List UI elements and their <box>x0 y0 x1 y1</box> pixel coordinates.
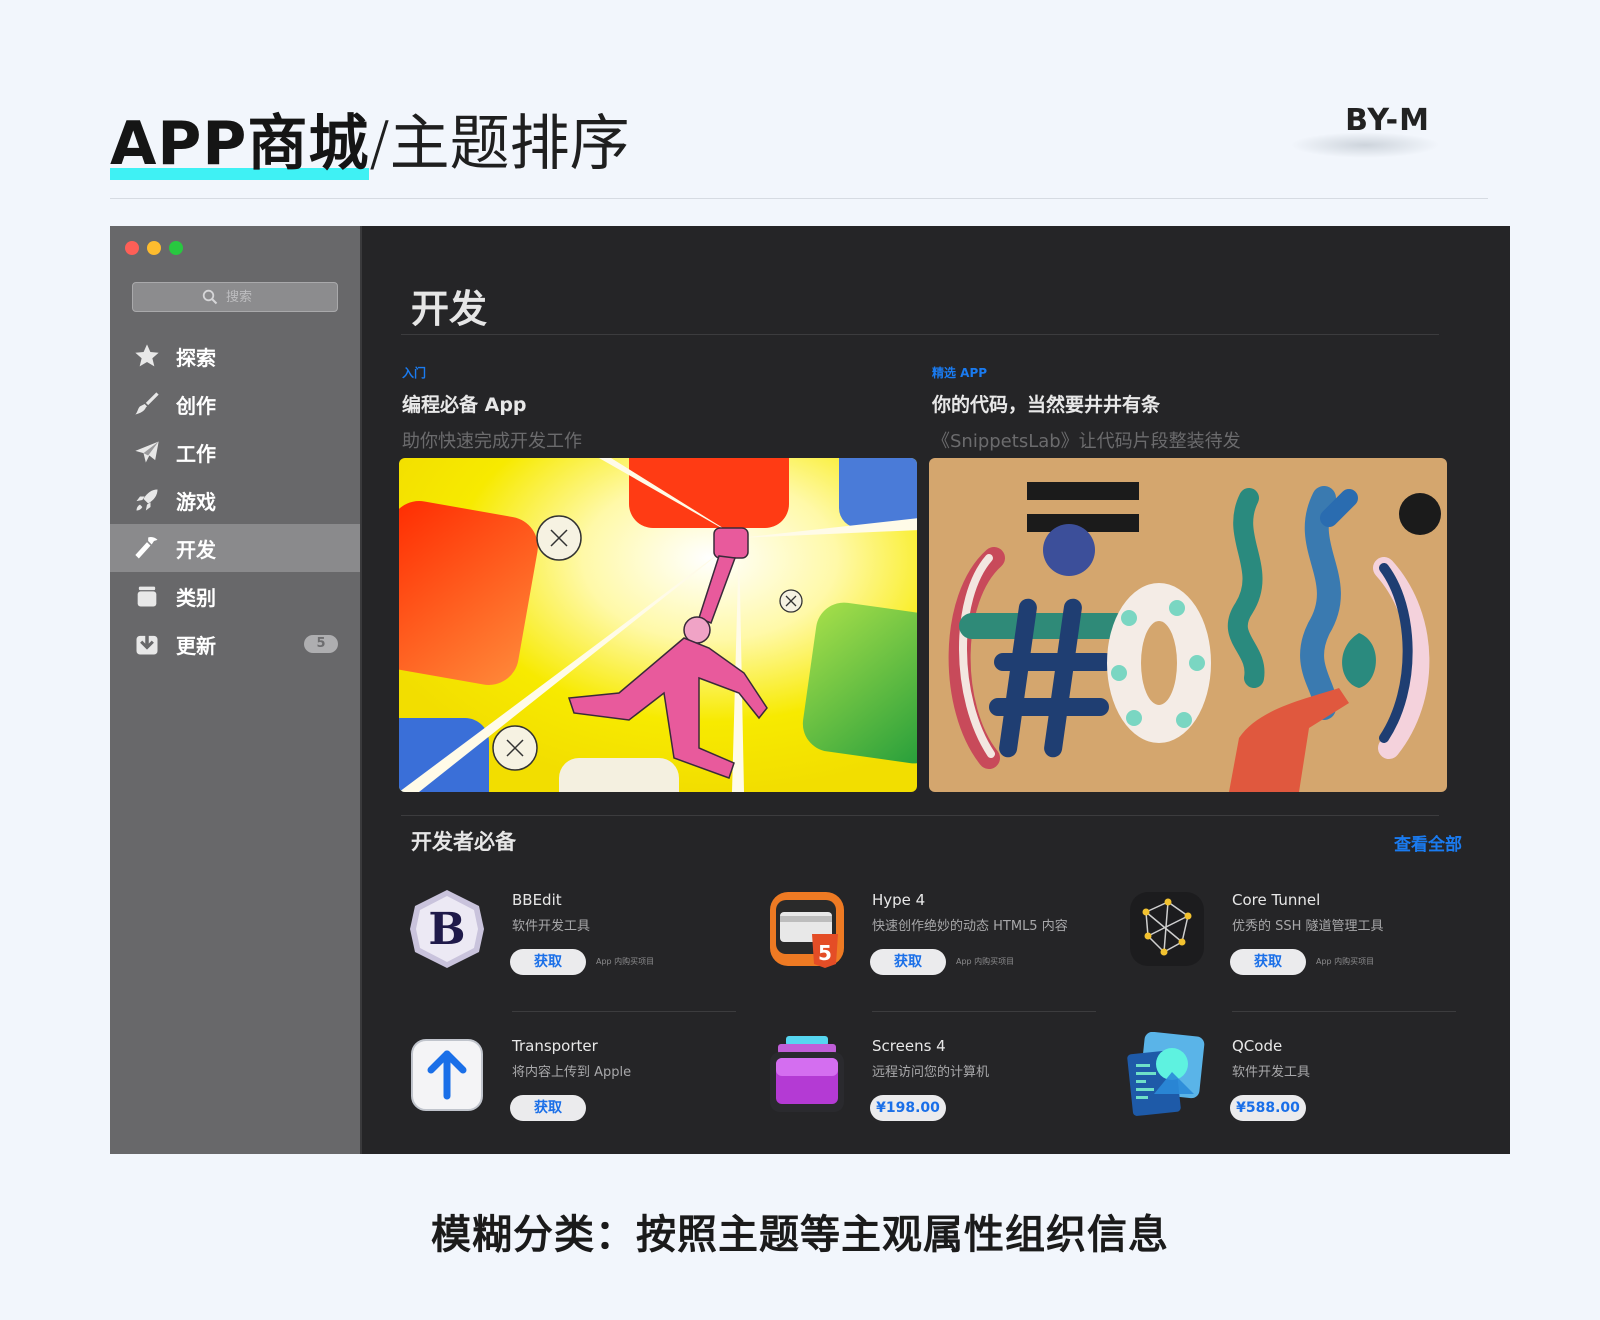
app-name: BBEdit <box>512 891 562 909</box>
in-app-purchase-note: App 内购买项目 <box>596 957 655 966</box>
sidebar-item-work[interactable]: 工作 <box>110 428 360 476</box>
get-button[interactable]: 获取 <box>510 1095 586 1121</box>
sidebar: 探索 创作 工作 游戏 <box>110 226 362 1154</box>
illustration-image <box>399 458 917 792</box>
sidebar-item-explore[interactable]: 探索 <box>110 332 360 380</box>
sidebar-item-categories[interactable]: 类别 <box>110 572 360 620</box>
in-app-purchase-note: App 内购买项目 <box>956 957 1015 966</box>
app-description: 远程访问您的计算机 <box>872 1065 990 1080</box>
app-name: Transporter <box>512 1037 598 1055</box>
app-item-screens-4[interactable]: Screens 4 远程访问您的计算机 ¥198.00 <box>764 1032 1104 1142</box>
main-content: 开发 入门 编程必备 App 助你快速完成开发工作 精选 APP 你的代码，当然… <box>362 226 1510 1154</box>
sidebar-item-label: 探索 <box>176 345 216 370</box>
core-tunnel-app-icon <box>1130 892 1204 966</box>
app-item-bbedit[interactable]: B BBEdit 软件开发工具 获取 App 内购买项目 <box>404 886 744 1012</box>
app-name: Core Tunnel <box>1232 891 1321 909</box>
sidebar-item-label: 开发 <box>176 537 216 562</box>
hammer-icon <box>132 533 162 563</box>
sidebar-item-label: 类别 <box>176 585 216 610</box>
feature-artwork-snippetslab[interactable] <box>929 458 1447 792</box>
app-item-core-tunnel[interactable]: Core Tunnel 优秀的 SSH 隧道管理工具 获取 App 内购买项目 <box>1124 886 1464 1012</box>
byline-shadow <box>1290 132 1440 158</box>
zoom-window-button[interactable] <box>169 241 183 255</box>
app-name: QCode <box>1232 1037 1283 1055</box>
hype-app-icon: 5 <box>770 892 844 968</box>
feature-eyebrow: 精选 APP <box>932 366 988 380</box>
get-button[interactable]: 获取 <box>870 949 946 975</box>
brush-icon <box>132 389 162 419</box>
price-button[interactable]: ¥588.00 <box>1230 1095 1306 1121</box>
feature-card-snippetslab[interactable]: 精选 APP 你的代码，当然要井井有条 《SnippetsLab》让代码片段整装… <box>929 364 1450 792</box>
search-icon <box>202 289 218 305</box>
screens-app-icon <box>770 1036 844 1112</box>
minimize-window-button[interactable] <box>147 241 161 255</box>
feature-subtitle: 助你快速完成开发工作 <box>402 431 582 452</box>
get-button[interactable]: 获取 <box>510 949 586 975</box>
updates-count-badge: 5 <box>304 635 338 653</box>
sidebar-item-updates[interactable]: 更新 5 <box>110 620 360 668</box>
app-store-window: 探索 创作 工作 游戏 <box>110 226 1510 1154</box>
app-divider <box>1232 1011 1456 1012</box>
app-description: 软件开发工具 <box>512 919 591 934</box>
app-divider <box>872 1011 1096 1012</box>
feature-subtitle: 《SnippetsLab》让代码片段整装待发 <box>932 431 1241 452</box>
sidebar-item-create[interactable]: 创作 <box>110 380 360 428</box>
feature-title: 编程必备 App <box>402 394 527 416</box>
svg-text:5: 5 <box>818 941 832 965</box>
sidebar-item-label: 工作 <box>176 441 216 466</box>
app-description: 将内容上传到 Apple <box>512 1065 632 1080</box>
app-divider <box>512 1011 736 1012</box>
app-name: Hype 4 <box>872 891 926 909</box>
in-app-purchase-note: App 内购买项目 <box>1316 957 1375 966</box>
paper-plane-icon <box>132 437 162 467</box>
sidebar-item-develop[interactable]: 开发 <box>110 524 360 572</box>
close-window-button[interactable] <box>125 241 139 255</box>
price-button[interactable]: ¥198.00 <box>870 1095 946 1121</box>
bbedit-app-icon: B <box>410 890 484 968</box>
byline: BY-M <box>1345 103 1430 135</box>
download-icon <box>132 629 162 659</box>
stack-icon <box>132 581 162 611</box>
feature-artwork-coding-essentials[interactable] <box>399 458 917 792</box>
window-controls <box>125 241 183 255</box>
svg-text:B: B <box>428 904 465 955</box>
title-divider <box>401 334 1439 335</box>
qcode-app-icon <box>1127 1032 1205 1116</box>
page-title: 开发 <box>411 287 488 331</box>
app-name: Screens 4 <box>872 1037 946 1055</box>
app-item-hype-4[interactable]: 5 Hype 4 快速创作绝妙的动态 HTML5 内容 获取 App 内购买项目 <box>764 886 1104 1012</box>
slide-title-bold: APP商城 <box>110 95 370 182</box>
sidebar-item-label: 创作 <box>176 393 216 418</box>
illustration-image <box>929 458 1447 792</box>
sidebar-item-label: 更新 <box>176 633 216 658</box>
search-field[interactable] <box>132 282 338 312</box>
feature-eyebrow: 入门 <box>402 366 427 380</box>
get-button[interactable]: 获取 <box>1230 949 1306 975</box>
app-item-transporter[interactable]: Transporter 将内容上传到 Apple 获取 <box>404 1032 744 1142</box>
feature-title: 你的代码，当然要井井有条 <box>932 394 1161 416</box>
transporter-app-icon <box>411 1039 483 1111</box>
header-divider <box>110 198 1488 199</box>
sidebar-nav: 探索 创作 工作 游戏 开发 类别 更新 5 <box>110 332 360 668</box>
app-description: 优秀的 SSH 隧道管理工具 <box>1232 919 1384 934</box>
app-description: 软件开发工具 <box>1232 1065 1311 1080</box>
see-all-link[interactable]: 查看全部 <box>1394 830 1462 855</box>
app-description: 快速创作绝妙的动态 HTML5 内容 <box>872 919 1068 934</box>
section-title: 开发者必备 <box>411 830 516 854</box>
slide-title-light: /主题排序 <box>369 109 630 179</box>
rocket-icon <box>132 485 162 515</box>
section-divider <box>401 815 1439 816</box>
sidebar-item-games[interactable]: 游戏 <box>110 476 360 524</box>
feature-card-beginner[interactable]: 入门 编程必备 App 助你快速完成开发工作 <box>399 364 920 792</box>
slide-title: APP商城/主题排序 <box>110 95 630 180</box>
app-item-qcode[interactable]: QCode 软件开发工具 ¥588.00 <box>1124 1032 1464 1142</box>
search-input[interactable] <box>224 288 268 306</box>
star-icon <box>132 341 162 371</box>
slide-caption: 模糊分类：按照主题等主观属性组织信息 <box>431 1212 1169 1258</box>
sidebar-item-label: 游戏 <box>176 489 216 514</box>
